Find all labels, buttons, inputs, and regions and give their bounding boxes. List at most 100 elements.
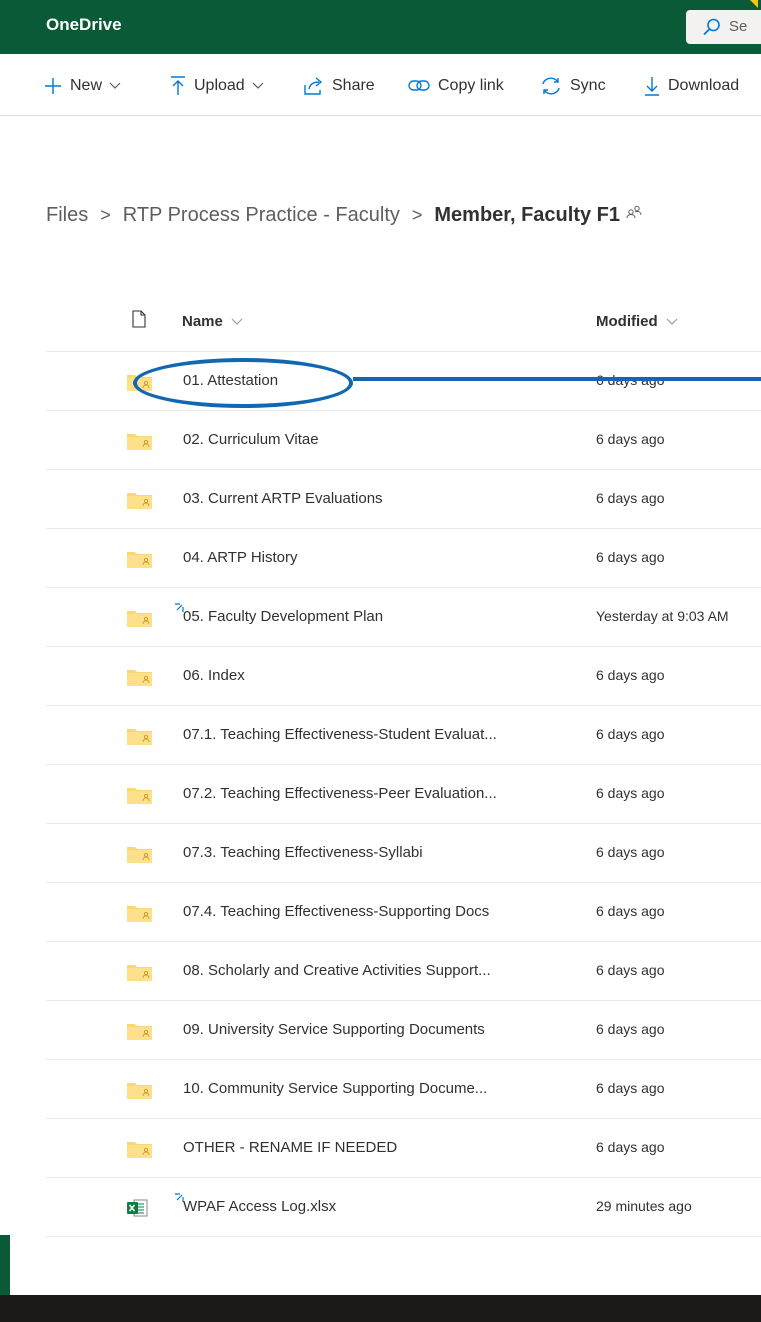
list-item[interactable]: 09. University Service Supporting Docume… xyxy=(46,1001,761,1060)
taskbar xyxy=(0,1295,761,1322)
copy-link-button[interactable]: Copy link xyxy=(408,75,504,97)
file-list: 01. Attestation6 days ago02. Curriculum … xyxy=(46,352,761,1237)
item-modified: 6 days ago xyxy=(596,903,665,919)
sync-button[interactable]: Sync xyxy=(540,75,606,97)
column-name-label: Name xyxy=(182,313,223,330)
shared-people-icon[interactable] xyxy=(626,205,642,219)
list-item[interactable]: 05. Faculty Development Plan Yesterday at… xyxy=(46,588,761,647)
shared-folder-icon xyxy=(126,608,154,633)
item-name[interactable]: 07.1. Teaching Effectiveness-Student Eva… xyxy=(183,726,497,743)
file-type-icon[interactable] xyxy=(132,310,146,328)
taskbar-accent xyxy=(0,1235,10,1295)
share-button[interactable]: Share xyxy=(304,75,375,97)
top-bar: OneDrive Se xyxy=(0,0,761,54)
item-modified: 6 days ago xyxy=(596,844,665,860)
item-modified: 6 days ago xyxy=(596,785,665,801)
annotation-ellipse xyxy=(133,358,353,408)
annotation-arrow-line xyxy=(353,377,761,381)
list-item[interactable]: 04. ARTP History 6 days ago xyxy=(46,529,761,588)
item-name[interactable]: 03. Current ARTP Evaluations xyxy=(183,490,383,507)
list-item[interactable]: 10. Community Service Supporting Docume.… xyxy=(46,1060,761,1119)
shared-folder-icon xyxy=(126,1139,154,1164)
item-modified: 6 days ago xyxy=(596,1021,665,1037)
shared-folder-icon xyxy=(126,490,154,515)
item-name[interactable]: 07.2. Teaching Effectiveness-Peer Evalua… xyxy=(183,785,497,802)
item-modified: 6 days ago xyxy=(596,1139,665,1155)
chevron-down-icon xyxy=(252,82,264,89)
shared-folder-icon xyxy=(126,549,154,574)
chevron-right-icon: > xyxy=(411,204,423,225)
item-name[interactable]: 06. Index xyxy=(183,667,245,684)
item-modified: 6 days ago xyxy=(596,549,665,565)
item-name[interactable]: 07.4. Teaching Effectiveness-Supporting … xyxy=(183,903,489,920)
new-label: New xyxy=(70,77,103,94)
item-name[interactable]: OTHER - RENAME IF NEEDED xyxy=(183,1139,397,1156)
list-header: Name Modified xyxy=(46,294,761,352)
item-name[interactable]: 07.3. Teaching Effectiveness-Syllabi xyxy=(183,844,423,861)
sync-label: Sync xyxy=(570,77,606,94)
copy-link-label: Copy link xyxy=(438,77,504,94)
new-button[interactable]: New xyxy=(44,75,129,97)
download-icon xyxy=(645,77,659,96)
chevron-right-icon: > xyxy=(100,204,111,225)
list-item[interactable]: WPAF Access Log.xlsx 29 minutes ago xyxy=(46,1178,761,1237)
breadcrumb-current: Member, Faculty F1 xyxy=(434,203,621,226)
breadcrumb-parent[interactable]: RTP Process Practice - Faculty xyxy=(123,204,400,227)
item-name[interactable]: WPAF Access Log.xlsx xyxy=(183,1198,336,1215)
sync-icon xyxy=(542,77,560,95)
shared-folder-icon xyxy=(126,962,154,987)
list-item[interactable]: 07.3. Teaching Effectiveness-Syllabi 6 da… xyxy=(46,824,761,883)
shared-folder-icon xyxy=(126,726,154,751)
item-modified: 6 days ago xyxy=(596,726,665,742)
item-name[interactable]: 02. Curriculum Vitae xyxy=(183,431,319,448)
share-icon xyxy=(304,77,323,95)
item-name[interactable]: 10. Community Service Supporting Docume.… xyxy=(183,1080,487,1097)
upload-label: Upload xyxy=(194,77,245,94)
link-icon xyxy=(408,80,430,91)
excel-file-icon xyxy=(126,1198,148,1223)
share-label: Share xyxy=(332,77,375,94)
item-modified: 6 days ago xyxy=(596,1080,665,1096)
shared-folder-icon xyxy=(126,431,154,456)
chevron-down-icon xyxy=(666,318,678,325)
download-button[interactable]: Download xyxy=(644,75,739,97)
download-label: Download xyxy=(668,77,740,94)
shared-folder-icon xyxy=(126,844,154,869)
item-modified: 6 days ago xyxy=(596,667,665,683)
item-name[interactable]: 05. Faculty Development Plan xyxy=(183,608,383,625)
breadcrumb-files[interactable]: Files xyxy=(46,204,88,227)
upload-button[interactable]: Upload xyxy=(170,75,272,97)
item-modified: 29 minutes ago xyxy=(596,1198,692,1214)
search-input[interactable]: Se xyxy=(686,10,761,44)
list-item[interactable]: 07.4. Teaching Effectiveness-Supporting … xyxy=(46,883,761,942)
chevron-down-icon xyxy=(109,82,121,89)
onedrive-page: OneDrive Se New Upload Share Copy link S… xyxy=(0,0,761,1322)
search-placeholder: Se xyxy=(729,18,748,35)
column-modified-label: Modified xyxy=(596,313,658,330)
app-title[interactable]: OneDrive xyxy=(46,15,122,35)
plus-icon xyxy=(45,78,61,94)
item-name[interactable]: 04. ARTP History xyxy=(183,549,298,566)
list-item[interactable]: 03. Current ARTP Evaluations 6 days ago xyxy=(46,470,761,529)
shared-folder-icon xyxy=(126,1021,154,1046)
corner-accent xyxy=(750,0,758,8)
column-header-modified[interactable]: Modified xyxy=(596,313,678,330)
shared-folder-icon xyxy=(126,903,154,928)
list-item[interactable]: 08. Scholarly and Creative Activities Su… xyxy=(46,942,761,1001)
item-name[interactable]: 09. University Service Supporting Docume… xyxy=(183,1021,485,1038)
list-item[interactable]: 07.2. Teaching Effectiveness-Peer Evalua… xyxy=(46,765,761,824)
command-bar: New Upload Share Copy link Sync Download xyxy=(0,54,761,116)
column-header-name[interactable]: Name xyxy=(182,313,243,330)
item-modified: 6 days ago xyxy=(596,431,665,447)
search-icon xyxy=(703,18,720,36)
item-modified: Yesterday at 9:03 AM xyxy=(596,608,729,624)
shared-folder-icon xyxy=(126,1080,154,1105)
list-item[interactable]: 07.1. Teaching Effectiveness-Student Eva… xyxy=(46,706,761,765)
list-item[interactable]: 02. Curriculum Vitae 6 days ago xyxy=(46,411,761,470)
item-name[interactable]: 08. Scholarly and Creative Activities Su… xyxy=(183,962,491,979)
item-modified: 6 days ago xyxy=(596,962,665,978)
shared-folder-icon xyxy=(126,785,154,810)
list-item[interactable]: OTHER - RENAME IF NEEDED 6 days ago xyxy=(46,1119,761,1178)
list-item[interactable]: 06. Index 6 days ago xyxy=(46,647,761,706)
chevron-down-icon xyxy=(231,318,243,325)
